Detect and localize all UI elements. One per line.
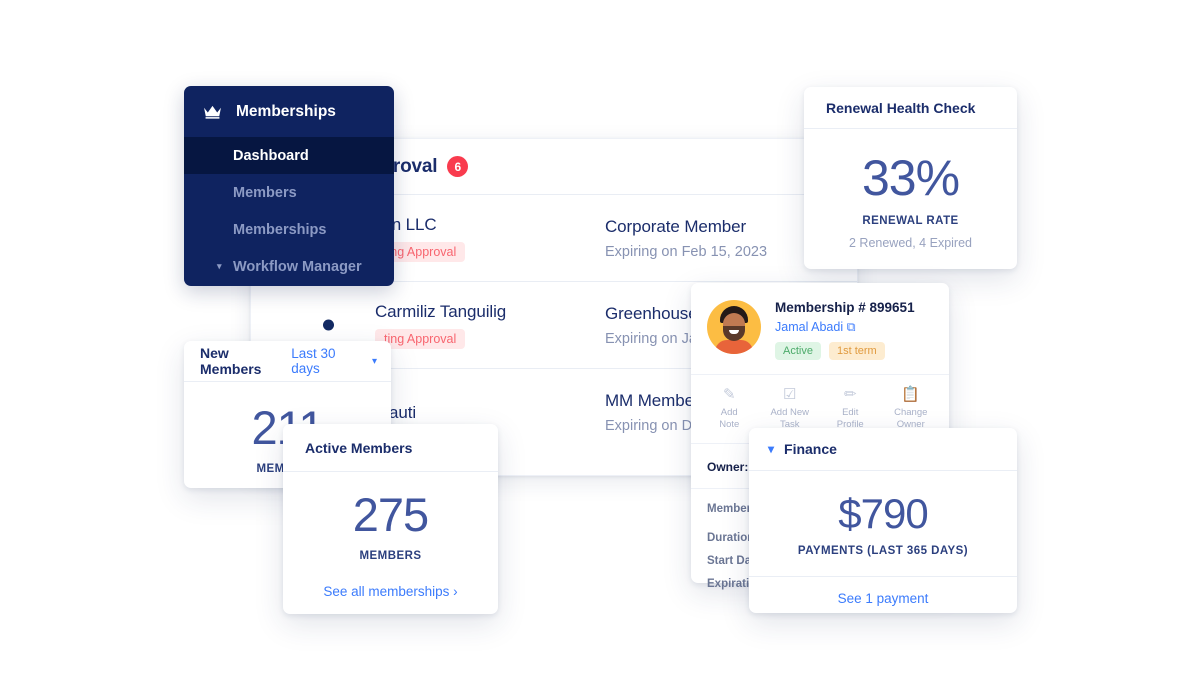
active-members-title: Active Members [305, 439, 413, 456]
note-edit-icon: ✎ [722, 386, 736, 403]
sidebar-brand[interactable]: Memberships [184, 86, 394, 137]
screenshot-root: Awaiting Approval 6 lion LLC ting Approv… [0, 0, 1200, 700]
status-badge: 6 [447, 156, 469, 177]
owner-label: Owner: [707, 460, 749, 474]
add-note-label-2: Note [719, 419, 740, 430]
new-members-title: New Members [200, 345, 262, 377]
change-owner-button[interactable]: 📋 Change Owner [881, 386, 942, 431]
sidebar-item-label: Dashboard [233, 147, 309, 164]
finance-card: ▾ Finance $790 PAYMENTS (LAST 365 DAYS) … [749, 428, 1017, 613]
row-type-cell: Corporate Member Expiring on Feb 15, 202… [605, 217, 833, 260]
renewal-rate-note: 2 Renewed, 4 Expired [849, 236, 972, 250]
finance-amount-value: $790 [838, 490, 928, 537]
add-task-label-1: Add New [770, 407, 810, 418]
finance-amount-label: PAYMENTS (LAST 365 DAYS) [797, 545, 969, 557]
active-members-value: 275 [352, 488, 429, 541]
active-members-label: MEMBERS [359, 550, 422, 562]
pencil-icon: ✏ [843, 386, 857, 403]
sidebar-item-members[interactable]: Members [184, 174, 394, 211]
membership-detail-header: Membership # 899651 Jamal Abadi ⧉ Active… [691, 283, 949, 375]
row-member-name: Carmiliz Tanguilig [375, 301, 507, 321]
date-range-value: Last 30 days [291, 346, 336, 376]
add-note-label-1: Add [720, 407, 738, 418]
see-payment-link[interactable]: See 1 payment [838, 591, 929, 606]
clipboard-icon: 📋 [901, 386, 921, 403]
new-members-header: New Members Last 30 days ▾ [184, 341, 391, 382]
add-note-button[interactable]: ✎ Add Note [699, 386, 760, 431]
renewal-health-check-card: Renewal Health Check 33% RENEWAL RATE 2 … [804, 87, 1017, 269]
sidebar-item-dashboard[interactable]: Dashboard [184, 137, 394, 174]
add-new-task-button[interactable]: ☑ Add New Task [760, 386, 821, 431]
chevron-down-icon: ▾ [217, 261, 222, 271]
active-members-header: Active Members [283, 424, 498, 472]
row-indicator-dot [323, 319, 334, 331]
row-expiry-date: Expiring on Feb 15, 2023 [605, 243, 768, 260]
renewal-rate-label: RENEWAL RATE [862, 215, 959, 227]
edit-profile-button[interactable]: ✏ Edit Profile [820, 386, 881, 431]
sidebar-item-workflow-manager[interactable]: ▾ Workflow Manager [184, 248, 394, 285]
change-owner-label-1: Change [894, 407, 928, 418]
tag-term: 1st term [828, 342, 885, 360]
sidebar: Memberships Dashboard Members Membership… [184, 86, 394, 286]
active-members-card: Active Members 275 MEMBERS See all membe… [283, 424, 498, 614]
sidebar-item-memberships[interactable]: Memberships [184, 211, 394, 248]
avatar [707, 300, 761, 354]
chevron-down-icon: ▾ [371, 355, 377, 367]
crown-icon [203, 104, 222, 119]
edit-profile-label-1: Edit [842, 407, 859, 418]
finance-card-title: Finance [784, 441, 837, 457]
finance-card-footer: See 1 payment [749, 576, 1017, 620]
renewal-card-header: Renewal Health Check [804, 87, 1017, 129]
date-range-dropdown[interactable]: Last 30 days ▾ [291, 346, 377, 376]
membership-owner-link[interactable]: Jamal Abadi ⧉ [775, 320, 915, 335]
row-member-name: lion LLC [375, 214, 437, 234]
task-check-icon: ☑ [783, 386, 797, 403]
renewal-card-title: Renewal Health Check [826, 99, 976, 116]
finance-card-header[interactable]: ▾ Finance [749, 428, 1017, 471]
sidebar-brand-label: Memberships [236, 102, 336, 120]
row-member-name: Mauti [375, 402, 417, 422]
membership-number: Membership # 899651 [775, 300, 915, 315]
sidebar-item-label: Memberships [233, 221, 327, 238]
active-members-footer: See all memberships › [283, 583, 498, 601]
membership-tags: Active 1st term [775, 342, 915, 360]
row-membership-type: Corporate Member [605, 216, 747, 236]
renewal-rate-value: 33% [861, 150, 960, 206]
sidebar-item-label: Workflow Manager [233, 258, 362, 275]
chevron-down-icon: ▾ [768, 442, 775, 456]
tag-active: Active [775, 342, 821, 360]
sidebar-item-label: Members [233, 184, 297, 201]
see-all-memberships-link[interactable]: See all memberships › [323, 584, 457, 599]
